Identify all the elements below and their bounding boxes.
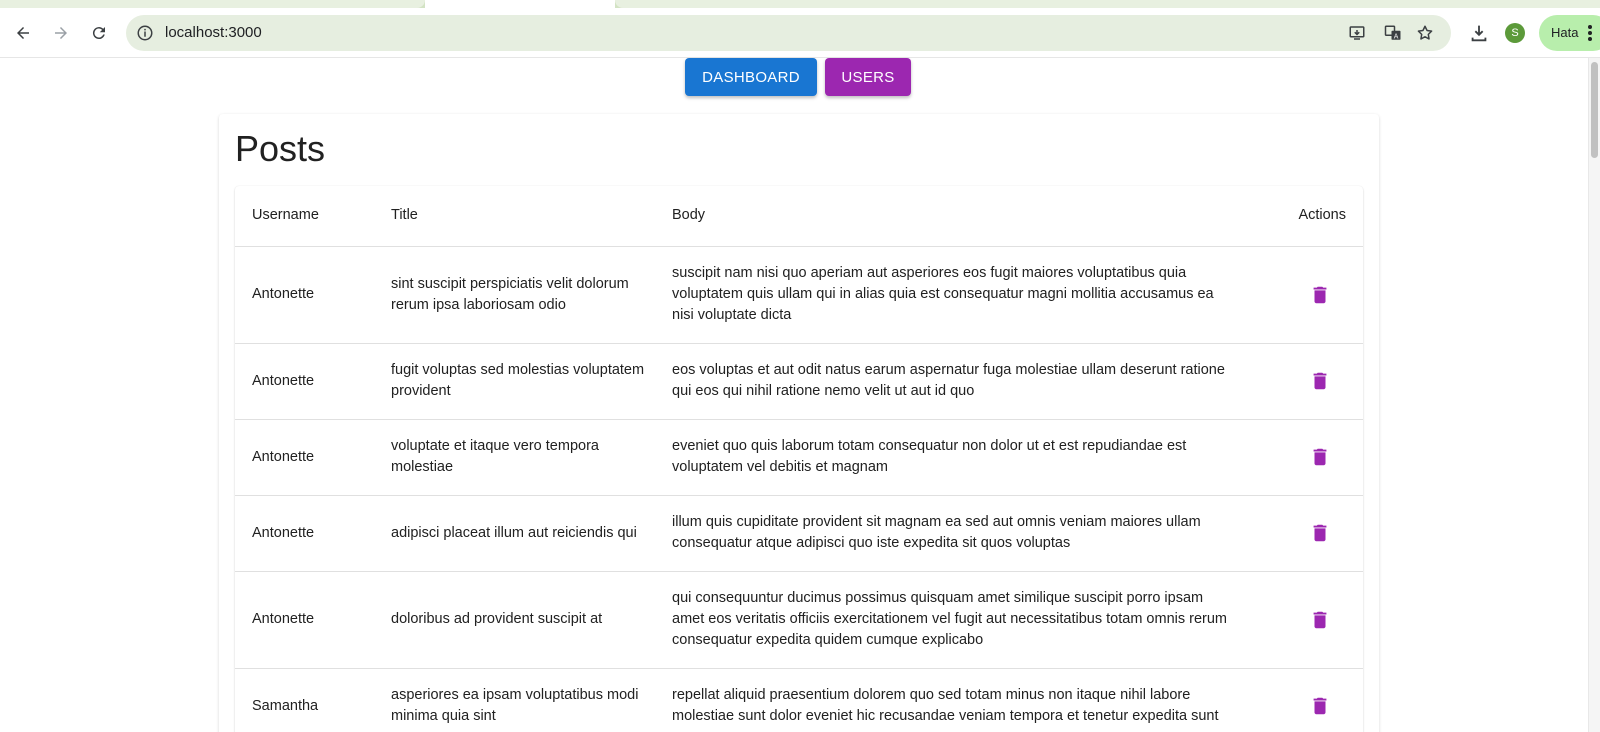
cell-username: Antonette xyxy=(235,495,391,572)
cell-title: voluptate et itaque vero tempora molesti… xyxy=(391,419,672,496)
cell-body: suscipit nam nisi quo aperiam aut asperi… xyxy=(672,246,1267,344)
cell-username: Antonette xyxy=(235,571,391,669)
cell-body: eveniet quo quis laborum totam consequat… xyxy=(672,419,1267,496)
delete-icon[interactable] xyxy=(1309,609,1331,631)
table-row: Antonette voluptate et itaque vero tempo… xyxy=(235,419,1363,496)
forward-button[interactable] xyxy=(48,20,74,46)
delete-icon[interactable] xyxy=(1309,284,1331,306)
table-row: Samantha asperiores ea ipsam voluptatibu… xyxy=(235,668,1363,732)
table-row: Antonette fugit voluptas sed molestias v… xyxy=(235,343,1363,420)
cell-username: Samantha xyxy=(235,668,391,732)
cell-username: Antonette xyxy=(235,246,391,344)
cell-body: eos voluptas et aut odit natus earum asp… xyxy=(672,343,1267,420)
table-row: Antonette adipisci placeat illum aut rei… xyxy=(235,495,1363,572)
reload-icon xyxy=(92,27,105,40)
tab-strip xyxy=(0,0,1600,8)
cell-username: Antonette xyxy=(235,343,391,420)
cell-title: fugit voluptas sed molestias voluptatem … xyxy=(391,343,672,420)
address-bar[interactable]: localhost:3000 A xyxy=(126,15,1451,51)
cell-body: qui consequuntur ducimus possimus quisqu… xyxy=(672,571,1267,669)
install-app-icon[interactable] xyxy=(1348,24,1366,42)
cell-title: adipisci placeat illum aut reiciendis qu… xyxy=(391,495,672,572)
tab-inactive-left[interactable] xyxy=(0,0,425,8)
header-username: Username xyxy=(235,186,391,247)
cell-actions xyxy=(1267,668,1363,732)
header-actions: Actions xyxy=(1267,186,1363,247)
delete-icon[interactable] xyxy=(1309,370,1331,392)
download-icon[interactable] xyxy=(1468,22,1490,44)
tab-active[interactable] xyxy=(425,0,615,8)
cell-actions xyxy=(1267,246,1363,344)
posts-table-container: Username Title Body Actions Antonette si… xyxy=(235,186,1363,732)
delete-icon[interactable] xyxy=(1309,522,1331,544)
reload-button[interactable] xyxy=(86,20,112,46)
bookmark-star-icon[interactable] xyxy=(1416,24,1434,42)
cell-actions xyxy=(1267,571,1363,669)
cell-title: doloribus ad provident suscipit at xyxy=(391,571,672,669)
page-scrollbar[interactable] xyxy=(1588,58,1600,732)
cell-title: asperiores ea ipsam voluptatibus modi mi… xyxy=(391,668,672,732)
arrow-right-icon xyxy=(55,27,67,39)
table-header-row: Username Title Body Actions xyxy=(235,186,1363,247)
cell-username: Antonette xyxy=(235,419,391,496)
back-button[interactable] xyxy=(10,20,36,46)
kebab-menu-icon[interactable] xyxy=(1587,24,1593,42)
table-row: Antonette sint suscipit perspiciatis vel… xyxy=(235,246,1363,344)
page-title: Posts xyxy=(235,128,326,169)
arrow-left-icon xyxy=(17,27,29,39)
posts-table: Username Title Body Actions Antonette si… xyxy=(235,186,1363,732)
users-button[interactable]: USERS xyxy=(825,58,911,96)
cell-actions xyxy=(1267,419,1363,496)
delete-icon[interactable] xyxy=(1309,695,1331,717)
svg-text:A: A xyxy=(1394,32,1399,40)
browser-toolbar: localhost:3000 A S Hata xyxy=(0,8,1600,58)
cell-actions xyxy=(1267,343,1363,420)
top-navigation: DASHBOARD USERS xyxy=(0,58,1600,98)
cell-actions xyxy=(1267,495,1363,572)
cell-title: sint suscipit perspiciatis velit dolorum… xyxy=(391,246,672,344)
cell-body: illum quis cupiditate provident sit magn… xyxy=(672,495,1267,572)
cell-body: repellat aliquid praesentium dolorem quo… xyxy=(672,668,1267,732)
dashboard-button[interactable]: DASHBOARD xyxy=(685,58,817,96)
scrollbar-thumb[interactable] xyxy=(1591,62,1598,158)
header-body: Body xyxy=(672,186,1267,247)
table-row: Antonette doloribus ad provident suscipi… xyxy=(235,571,1363,669)
error-label: Hata xyxy=(1551,25,1579,40)
url-text[interactable]: localhost:3000 xyxy=(165,24,262,42)
profile-avatar[interactable]: S xyxy=(1505,23,1525,43)
error-indicator[interactable]: Hata xyxy=(1539,15,1600,51)
header-title: Title xyxy=(391,186,672,247)
posts-card: Posts Username Title Body Actions Antone… xyxy=(219,114,1379,732)
tab-inactive-right[interactable] xyxy=(615,0,1600,8)
site-info-icon[interactable] xyxy=(136,24,154,42)
translate-icon[interactable]: A xyxy=(1384,24,1402,42)
delete-icon[interactable] xyxy=(1309,446,1331,468)
